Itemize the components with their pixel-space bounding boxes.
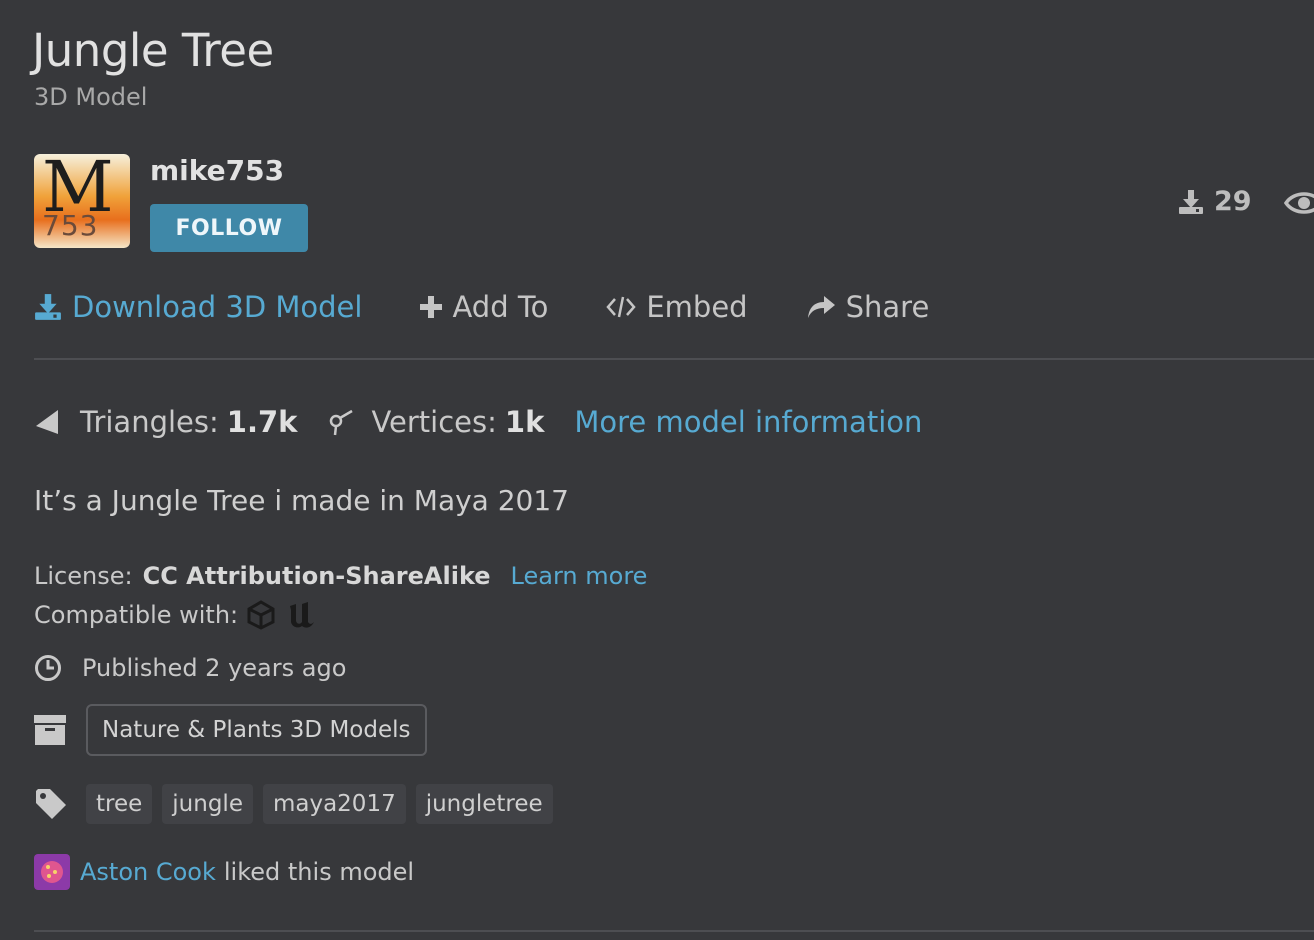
license-label: License: <box>34 562 133 590</box>
triangles-label: Triangles: <box>80 405 219 439</box>
model-page: Jungle Tree 3D Model M 753 mike753 FOLLO… <box>0 0 1314 940</box>
embed-label: Embed <box>646 290 748 324</box>
vertices-value: 1k <box>504 405 545 439</box>
model-stats: Triangles: 1.7k Vertices: 1k More model … <box>34 400 922 444</box>
category-pill[interactable]: Nature & Plants 3D Models <box>86 704 427 756</box>
liker-name-link[interactable]: Aston Cook <box>80 858 216 886</box>
tags-row: tree jungle maya2017 jungletree <box>34 784 563 824</box>
download-model-label: Download 3D Model <box>72 290 363 324</box>
tag-chip[interactable]: tree <box>86 784 153 824</box>
liked-row: Aston Cook liked this model <box>34 854 414 890</box>
license-name[interactable]: CC Attribution-ShareAlike <box>143 562 491 590</box>
embed-button[interactable]: Embed <box>606 290 748 324</box>
views-counter <box>1283 186 1314 220</box>
tag-chip[interactable]: jungletree <box>415 784 553 824</box>
triangle-icon <box>36 410 58 434</box>
liked-text: liked this model <box>223 858 415 886</box>
section-divider <box>34 358 1314 360</box>
tag-chip[interactable]: maya2017 <box>262 784 406 824</box>
action-bar: Download 3D Model Add To Embed Share <box>34 286 987 328</box>
more-info-link[interactable]: More model information <box>574 405 922 439</box>
triangles-stat: Triangles: 1.7k <box>34 405 297 439</box>
archive-icon <box>34 715 66 745</box>
model-description: It’s a Jungle Tree i made in Maya 2017 <box>34 484 569 517</box>
liker-avatar[interactable] <box>34 854 70 890</box>
page-title: Jungle Tree <box>32 24 274 77</box>
download-count: 29 <box>1214 186 1252 217</box>
bottom-divider <box>34 930 1314 932</box>
follow-button[interactable]: FOLLOW <box>150 204 308 252</box>
share-button[interactable]: Share <box>806 290 930 324</box>
clock-icon <box>35 655 61 681</box>
download-icon <box>35 294 61 320</box>
vertices-stat: Vertices: 1k <box>327 405 544 439</box>
download-counter: 29 <box>1178 186 1252 217</box>
vertex-icon <box>330 409 354 436</box>
share-icon <box>807 296 835 318</box>
compatible-label: Compatible with: <box>34 601 239 629</box>
plus-icon <box>420 296 443 318</box>
page-subtitle: 3D Model <box>34 83 148 111</box>
category-row: Nature & Plants 3D Models <box>34 704 427 756</box>
download-model-button[interactable]: Download 3D Model <box>34 290 362 324</box>
avatar-number: 753 <box>42 209 99 242</box>
learn-more-link[interactable]: Learn more <box>511 562 648 590</box>
eye-icon <box>1283 192 1314 214</box>
unreal-icon <box>290 602 315 628</box>
triangles-value: 1.7k <box>226 405 298 439</box>
add-to-button[interactable]: Add To <box>420 290 548 324</box>
compatibility-row: Compatible with: <box>34 600 316 630</box>
unity-icon <box>247 600 275 630</box>
share-label: Share <box>845 290 930 324</box>
published-text: Published 2 years ago <box>82 654 347 682</box>
download-icon <box>1179 189 1203 214</box>
published-row: Published 2 years ago <box>34 654 346 682</box>
author-username[interactable]: mike753 <box>150 154 284 187</box>
code-icon <box>606 296 637 318</box>
tag-icon <box>36 789 66 819</box>
tag-chip[interactable]: jungle <box>162 784 253 824</box>
author-avatar[interactable]: M 753 <box>34 154 130 248</box>
vertices-label: Vertices: <box>371 405 497 439</box>
license-row: License: CC Attribution-ShareAlike Learn… <box>34 562 647 590</box>
add-to-label: Add To <box>452 290 549 324</box>
